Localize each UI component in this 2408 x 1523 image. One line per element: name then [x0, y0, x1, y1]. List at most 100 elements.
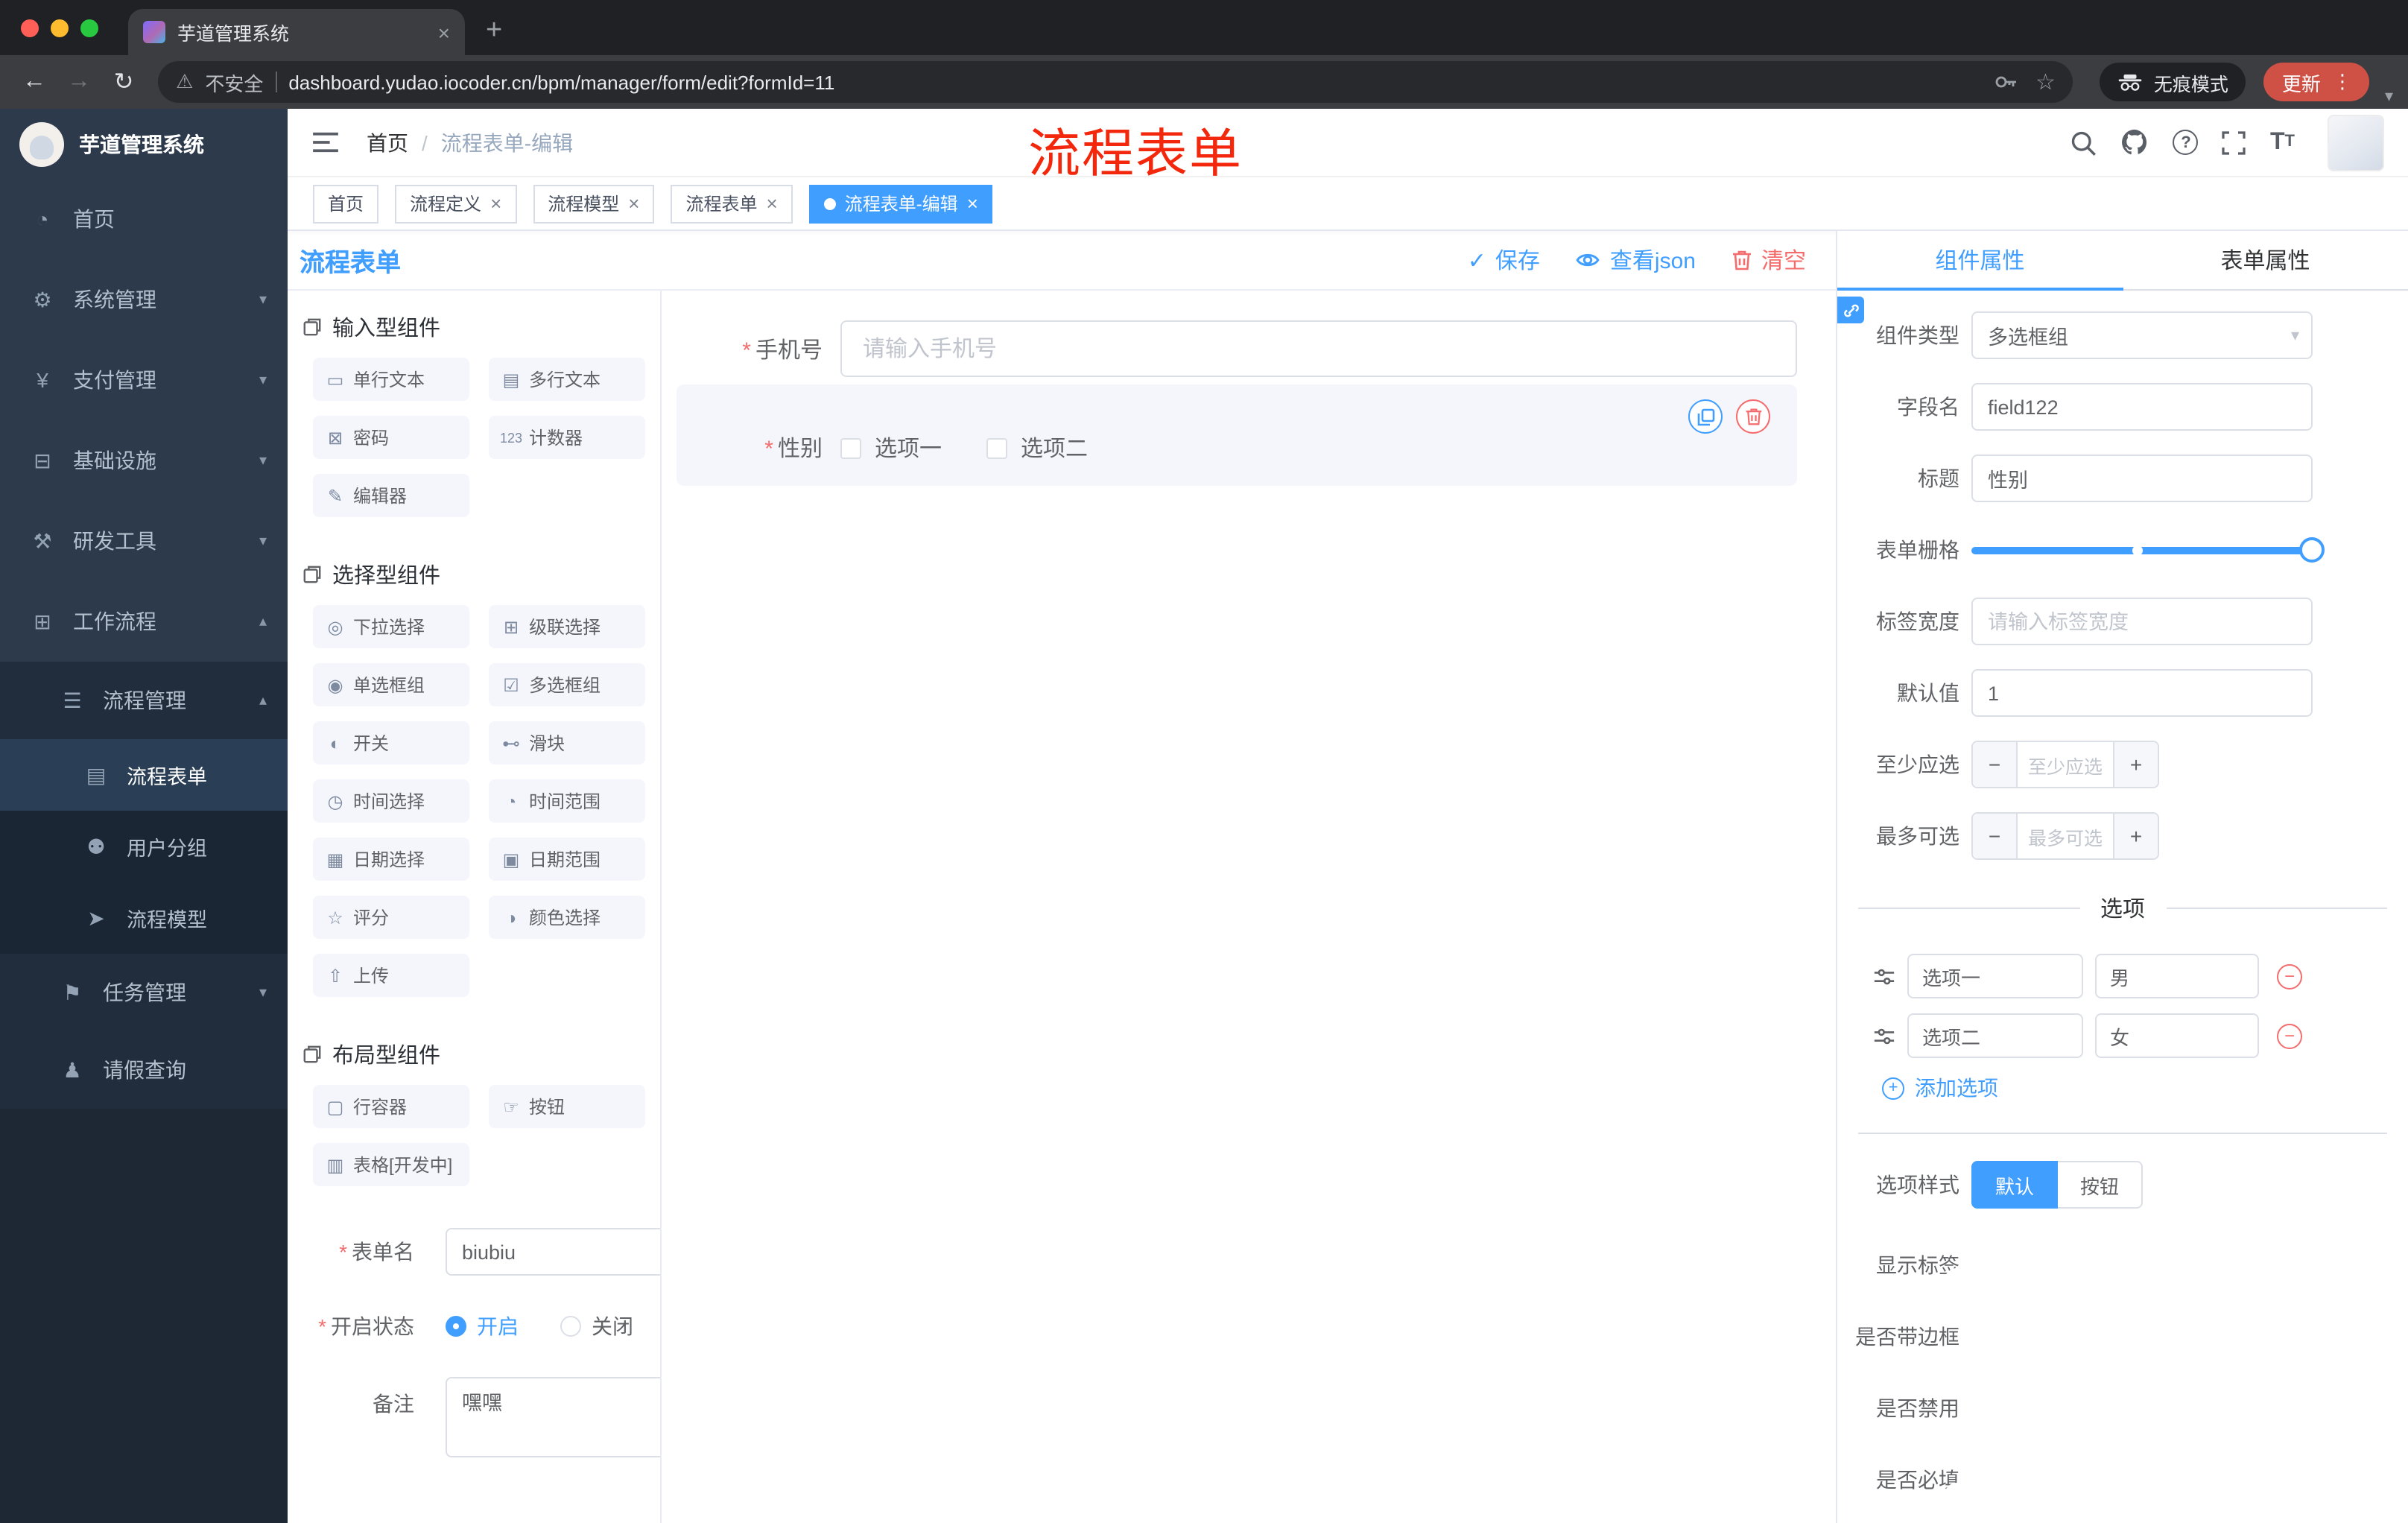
palette-item[interactable]: ▢ 行容器: [313, 1085, 469, 1128]
remove-option-button[interactable]: [2277, 963, 2302, 989]
phone-input[interactable]: [840, 320, 1797, 377]
sidebar-item-system-management[interactable]: ⚙ 系统管理 ▾: [0, 259, 288, 340]
palette-item[interactable]: ◐ 开关: [313, 721, 469, 764]
forward-icon[interactable]: →: [60, 69, 98, 95]
browser-menu-icon[interactable]: ⋮: [2333, 70, 2352, 94]
tab-component-properties[interactable]: 组件属性: [1837, 231, 2123, 291]
sidebar-item-process-form[interactable]: ▤ 流程表单: [0, 739, 288, 811]
new-tab-button[interactable]: +: [465, 15, 502, 55]
update-button[interactable]: 更新 ⋮: [2263, 63, 2370, 101]
tab-close-icon[interactable]: ×: [438, 20, 450, 44]
minimize-window-button[interactable]: [51, 19, 69, 37]
sidebar-item-workflow[interactable]: ⊞ 工作流程 ▴: [0, 581, 288, 662]
view-json-button[interactable]: 查看json: [1576, 244, 1696, 276]
palette-item[interactable]: ☆ 评分: [313, 896, 469, 939]
field-name-input[interactable]: [1971, 383, 2313, 431]
option-style-button[interactable]: 按钮: [2058, 1161, 2144, 1209]
option-style-default[interactable]: 默认: [1971, 1161, 2059, 1209]
option-label-input[interactable]: [1907, 1013, 2083, 1058]
form-name-input[interactable]: [446, 1228, 660, 1276]
palette-item[interactable]: ▭ 单行文本: [313, 358, 469, 401]
gender-option-1-checkbox[interactable]: 选项一: [840, 432, 942, 463]
close-icon[interactable]: ×: [628, 192, 639, 215]
palette-item[interactable]: 123 计数器: [489, 416, 645, 459]
palette-item[interactable]: ◉ 单选框组: [313, 663, 469, 706]
palette-item[interactable]: ◷ 时间选择: [313, 779, 469, 823]
increase-button[interactable]: [2113, 742, 2158, 787]
font-size-icon[interactable]: TT: [2270, 130, 2295, 154]
user-avatar[interactable]: [2328, 114, 2384, 171]
sidebar-item-infrastructure[interactable]: ⊟ 基础设施 ▾: [0, 420, 288, 501]
min-select-stepper[interactable]: 至少应选: [1971, 741, 2159, 788]
add-option-button[interactable]: 添加选项: [1882, 1073, 2408, 1103]
sidebar-item-leave-query[interactable]: ♟ 请假查询: [0, 1031, 288, 1109]
zoom-window-button[interactable]: [80, 19, 98, 37]
canvas-field-phone[interactable]: 手机号: [662, 320, 1797, 377]
copy-component-button[interactable]: [1688, 399, 1723, 434]
palette-item[interactable]: ⇧ 上传: [313, 954, 469, 997]
close-window-button[interactable]: [21, 19, 39, 37]
chevron-down-icon[interactable]: ▾: [2385, 86, 2393, 109]
component-type-select[interactable]: ▾: [1971, 311, 2313, 359]
option-value-input[interactable]: [2095, 1013, 2259, 1058]
gender-option-2-checkbox[interactable]: 选项二: [986, 432, 1088, 463]
tab-form-properties[interactable]: 表单属性: [2123, 231, 2408, 289]
palette-item[interactable]: ⊠ 密码: [313, 416, 469, 459]
browser-tab[interactable]: 芋道管理系统 ×: [128, 9, 465, 55]
decrease-button[interactable]: [1973, 814, 2018, 858]
sidebar-item-payment-management[interactable]: ¥ 支付管理 ▾: [0, 340, 288, 420]
reload-icon[interactable]: ↻: [104, 67, 143, 97]
form-grid-slider[interactable]: [1971, 526, 2325, 574]
back-icon[interactable]: ←: [15, 69, 54, 95]
drag-handle-icon[interactable]: [1873, 1025, 1895, 1047]
address-bar[interactable]: ⚠ 不安全 dashboard.yudao.iocoder.cn/bpm/man…: [158, 61, 2073, 103]
link-handle-button[interactable]: [1837, 297, 1864, 323]
search-icon[interactable]: [2070, 129, 2097, 156]
sidebar-item-devtools[interactable]: ⚒ 研发工具 ▾: [0, 501, 288, 581]
palette-item[interactable]: ▤ 多行文本: [489, 358, 645, 401]
palette-item[interactable]: ✎ 编辑器: [313, 474, 469, 517]
palette-item[interactable]: ◔ 时间范围: [489, 779, 645, 823]
fullscreen-icon[interactable]: [2222, 130, 2246, 154]
sidebar-item-task-management[interactable]: ⚑ 任务管理 ▾: [0, 954, 288, 1031]
option-value-input[interactable]: [2095, 954, 2259, 998]
palette-item[interactable]: ▥ 表格[开发中]: [313, 1143, 469, 1186]
canvas-field-gender-selected[interactable]: 性别 选项一 选项二: [677, 384, 1797, 486]
tag-home[interactable]: 首页: [313, 184, 379, 223]
label-width-input[interactable]: [1971, 598, 2313, 645]
palette-item[interactable]: ▣ 日期范围: [489, 838, 645, 881]
help-icon[interactable]: [2173, 130, 2199, 155]
password-key-icon[interactable]: [1994, 70, 2018, 94]
sidebar-item-home[interactable]: ◔ 首页: [0, 179, 288, 259]
status-off-radio[interactable]: 关闭: [560, 1311, 633, 1341]
tag-process-model[interactable]: 流程模型 ×: [533, 184, 655, 223]
remove-option-button[interactable]: [2277, 1023, 2302, 1048]
sidebar-item-process-model[interactable]: ➤ 流程模型: [0, 882, 288, 954]
default-value-input[interactable]: [1971, 669, 2313, 717]
slider-handle[interactable]: [2299, 537, 2325, 563]
close-icon[interactable]: ×: [767, 192, 778, 215]
tag-process-form[interactable]: 流程表单 ×: [671, 184, 793, 223]
palette-item[interactable]: ◎ 下拉选择: [313, 605, 469, 648]
clear-button[interactable]: 清空: [1731, 244, 1806, 276]
title-input[interactable]: [1971, 455, 2313, 502]
bookmark-star-icon[interactable]: ☆: [2035, 69, 2056, 95]
breadcrumb-home[interactable]: 首页: [367, 127, 408, 157]
palette-item[interactable]: ◑ 颜色选择: [489, 896, 645, 939]
delete-component-button[interactable]: [1736, 399, 1770, 434]
palette-item[interactable]: ⊞ 级联选择: [489, 605, 645, 648]
sidebar-item-process-management[interactable]: ☰ 流程管理 ▴: [0, 662, 288, 739]
save-button[interactable]: ✓ 保存: [1468, 244, 1540, 276]
status-on-radio[interactable]: 开启: [446, 1311, 519, 1341]
drag-handle-icon[interactable]: [1873, 965, 1895, 987]
palette-item[interactable]: ⊷ 滑块: [489, 721, 645, 764]
remark-textarea[interactable]: 嘿嘿: [446, 1377, 660, 1457]
palette-item[interactable]: ☞ 按钮: [489, 1085, 645, 1128]
max-select-stepper[interactable]: 最多可选: [1971, 812, 2159, 860]
github-icon[interactable]: [2121, 128, 2149, 156]
tag-process-form-edit[interactable]: 流程表单-编辑 ×: [808, 184, 993, 223]
close-icon[interactable]: ×: [490, 192, 501, 215]
sidebar-logo[interactable]: 芋道管理系统: [0, 109, 288, 179]
tag-process-definition[interactable]: 流程定义 ×: [395, 184, 517, 223]
close-icon[interactable]: ×: [967, 192, 978, 215]
